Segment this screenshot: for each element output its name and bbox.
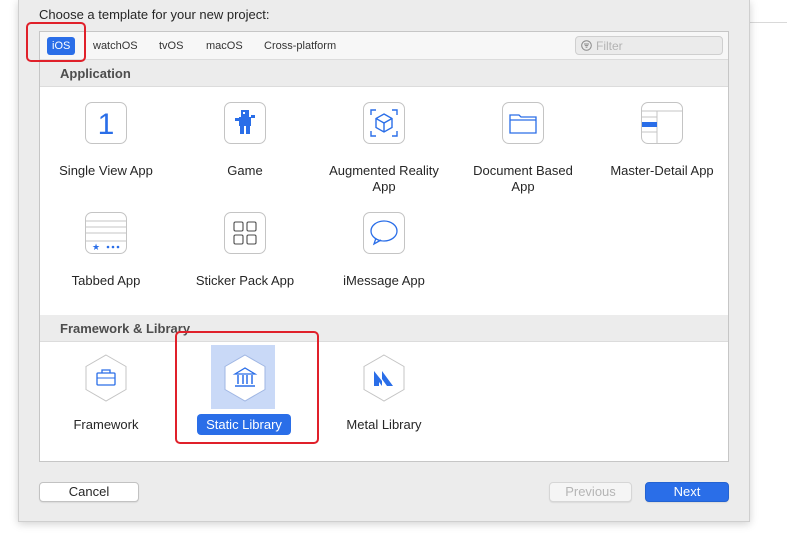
section-header-application: Application	[40, 60, 728, 87]
template-label: Master-Detail App	[610, 163, 714, 178]
template-label: Augmented Reality App	[329, 163, 439, 194]
previous-button[interactable]: Previous	[549, 482, 632, 502]
sticker-pack-icon	[224, 212, 266, 254]
section-header-framework-library: Framework & Library	[40, 315, 728, 342]
backdrop-divider	[748, 22, 787, 23]
filter-field[interactable]	[575, 36, 723, 55]
imessage-icon	[363, 212, 405, 254]
svg-text:★: ★	[92, 243, 100, 253]
metal-library-icon	[363, 354, 405, 402]
template-metal-library[interactable]: Metal Library	[324, 344, 444, 434]
template-label: Single View App	[59, 163, 153, 178]
template-panel: iOS watchOS tvOS macOS Cross-platform Ap…	[39, 31, 729, 462]
template-label: Metal Library	[346, 417, 422, 432]
selected-template-label[interactable]: Static Library	[197, 414, 291, 435]
game-icon	[224, 102, 266, 144]
filter-input[interactable]	[596, 37, 716, 54]
cancel-button[interactable]: Cancel	[39, 482, 139, 502]
tab-ios[interactable]: iOS	[47, 37, 76, 55]
tab-cross-platform[interactable]: Cross-platform	[259, 37, 341, 55]
filter-icon	[581, 40, 592, 51]
single-view-app-icon: 1	[85, 102, 127, 144]
platform-toolbar: iOS watchOS tvOS macOS Cross-platform	[40, 32, 728, 60]
augmented-reality-icon	[363, 102, 405, 144]
template-label: Tabbed App	[71, 273, 141, 288]
tab-tvos[interactable]: tvOS	[154, 37, 188, 55]
new-project-dialog: Choose a template for your new project: …	[18, 0, 750, 522]
template-label: Sticker Pack App	[195, 273, 295, 288]
next-button[interactable]: Next	[645, 482, 729, 502]
template-label: iMessage App	[343, 273, 425, 288]
tab-watchos[interactable]: watchOS	[88, 37, 143, 55]
master-detail-app-icon	[641, 102, 683, 144]
dialog-prompt: Choose a template for your new project:	[39, 7, 270, 22]
template-label: Document Based App	[473, 163, 573, 194]
document-based-app-icon	[502, 102, 544, 144]
static-library-icon	[224, 354, 266, 402]
template-label: Framework	[73, 417, 139, 432]
svg-text:1: 1	[98, 108, 115, 141]
template-label: Game	[227, 163, 263, 178]
tab-macos[interactable]: macOS	[201, 37, 248, 55]
tabbed-app-icon: ★	[85, 212, 127, 254]
template-framework[interactable]: Framework	[46, 344, 166, 434]
framework-icon	[85, 354, 127, 402]
